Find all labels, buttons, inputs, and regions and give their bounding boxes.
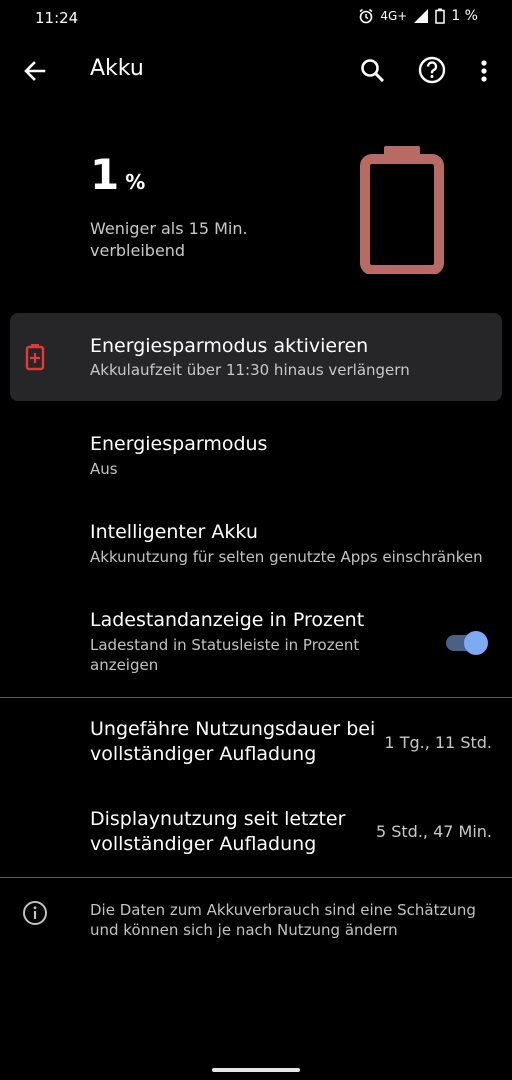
alarm-icon: [359, 8, 373, 24]
status-time: 11:24: [35, 9, 79, 27]
suggestion-title: Energiesparmodus aktivieren: [90, 335, 369, 357]
battery-saver-subtitle: Aus: [90, 460, 118, 478]
status-icons: 4G+ 1 %: [358, 8, 478, 24]
battery-usage-info: Die Daten zum Akkuverbrauch sind eine Sc…: [90, 901, 476, 939]
battery-plus-icon: [25, 344, 45, 371]
info-icon: [23, 901, 47, 925]
battery-status-icon: [435, 8, 446, 24]
help-icon[interactable]: [416, 54, 448, 86]
battery-remaining-text: Weniger als 15 Min. verbleibend: [90, 219, 248, 260]
toggle-thumb: [464, 631, 488, 655]
signal-icon: [414, 9, 429, 23]
battery-percentage-setting-title: Ladestandanzeige in Prozent: [90, 609, 365, 631]
search-icon[interactable]: [358, 56, 388, 86]
battery-saver-suggestion-card[interactable]: Energiesparmodus aktivieren Akkulaufzeit…: [10, 313, 502, 401]
screen-usage-row: Displaynutzung seit letzter vollständige…: [0, 796, 512, 880]
battery-percentage-value: 1: [90, 150, 120, 199]
battery-percentage-setting-subtitle: Ladestand in Statusleiste in Prozent anz…: [90, 636, 360, 674]
page-title: Akku: [90, 56, 144, 81]
battery-status-text: 1 %: [451, 8, 478, 24]
battery-saver-title: Energiesparmodus: [90, 433, 268, 455]
suggestion-subtitle: Akkulaufzeit über 11:30 hinaus verlänger…: [90, 361, 410, 379]
battery-saver-setting[interactable]: Energiesparmodus Aus: [0, 420, 512, 500]
adaptive-battery-setting[interactable]: Intelligenter Akku Akkunutzung für selte…: [0, 508, 512, 588]
battery-percentage: 1%: [90, 150, 145, 199]
full-charge-usage-value: 1 Tg., 11 Std.: [384, 733, 492, 752]
screen-usage-title: Displaynutzung seit letzter vollständige…: [90, 808, 346, 855]
more-vert-icon[interactable]: [474, 56, 494, 86]
battery-percentage-toggle[interactable]: [446, 630, 490, 656]
back-arrow-icon[interactable]: [20, 56, 50, 86]
adaptive-battery-subtitle: Akkunutzung für selten genutzte Apps ein…: [90, 548, 483, 566]
divider: [0, 697, 512, 698]
full-charge-usage-title: Ungefähre Nutzungsdauer bei vollständige…: [90, 718, 376, 765]
screen-usage-value: 5 Std., 47 Min.: [375, 822, 492, 841]
status-bar: 11:24 4G+ 1 %: [0, 0, 512, 38]
network-type: 4G+: [380, 9, 408, 23]
battery-percentage-unit: %: [125, 170, 146, 194]
toolbar: Akku: [0, 38, 512, 102]
adaptive-battery-title: Intelligenter Akku: [90, 521, 258, 543]
navigation-handle[interactable]: [212, 1068, 300, 1072]
battery-percentage-setting[interactable]: Ladestandanzeige in Prozent Ladestand in…: [0, 598, 512, 688]
divider: [0, 877, 512, 878]
battery-large-icon: [360, 146, 444, 274]
full-charge-usage-row: Ungefähre Nutzungsdauer bei vollständige…: [0, 706, 512, 790]
